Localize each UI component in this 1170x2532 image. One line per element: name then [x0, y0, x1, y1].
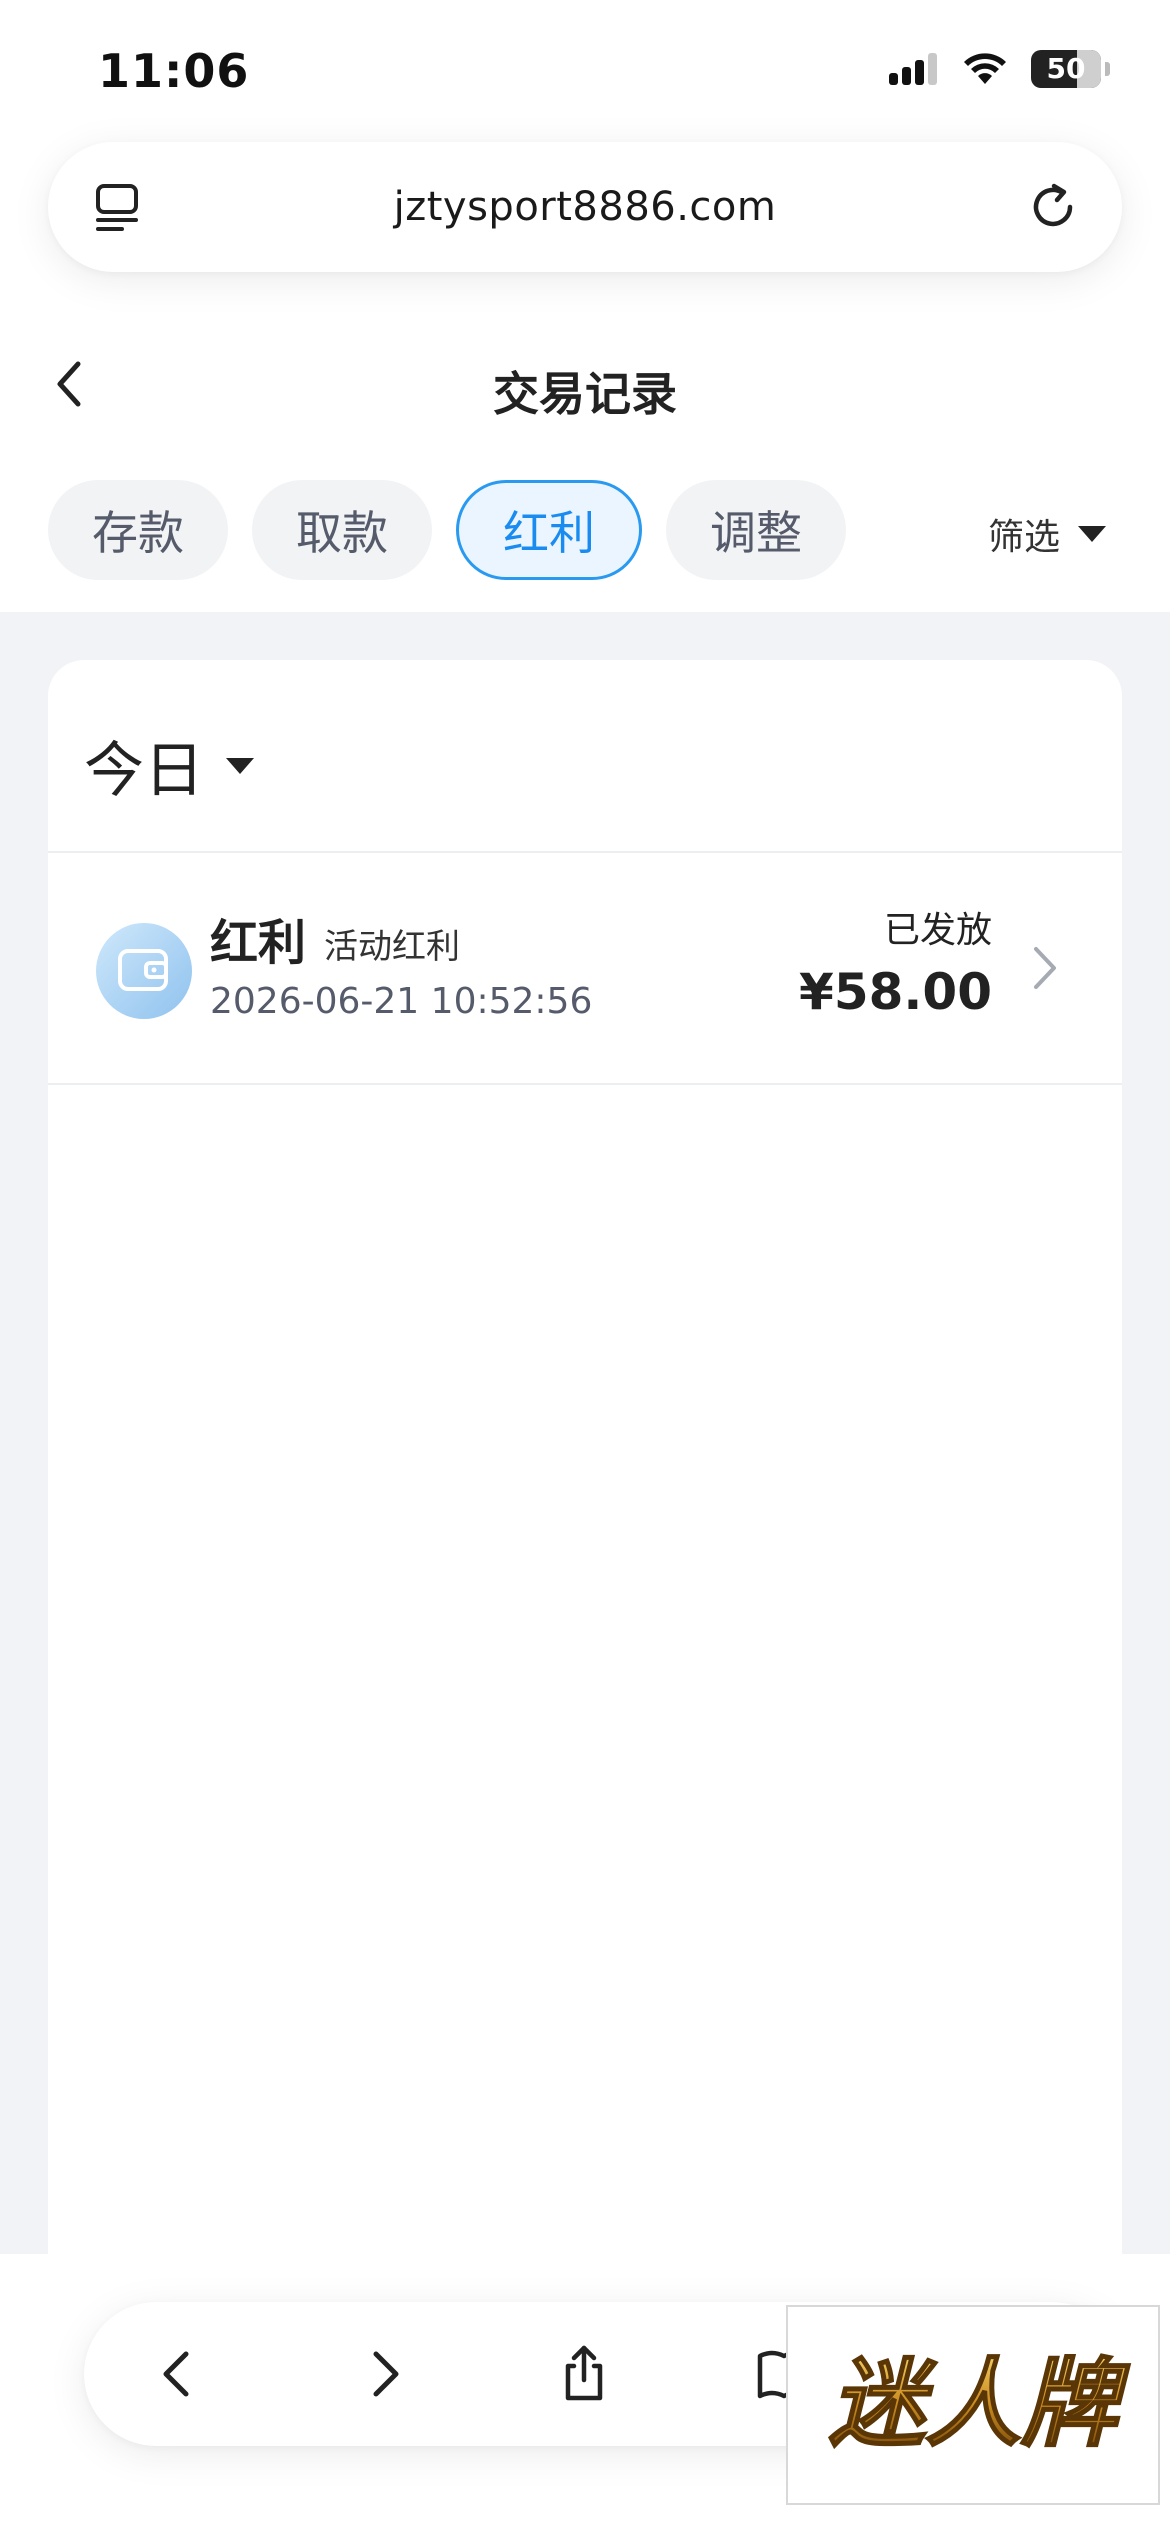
divider	[48, 1083, 1122, 1085]
page-header: 交易记录	[0, 320, 1170, 450]
battery-level: 50	[1046, 52, 1086, 85]
transaction-subtype: 活动红利	[324, 927, 460, 967]
status-bar: 11:06 50	[0, 0, 1170, 140]
url-text[interactable]: jztysport8886.com	[48, 184, 1122, 230]
filter-button[interactable]: 筛选	[988, 508, 1106, 560]
battery-icon: 50	[1031, 50, 1101, 88]
tab-adjustment[interactable]: 调整	[666, 480, 846, 580]
browser-back-icon[interactable]	[146, 2342, 210, 2406]
page-title: 交易记录	[493, 367, 677, 421]
tab-bonus[interactable]: 红利	[456, 480, 642, 580]
filter-label: 筛选	[987, 517, 1060, 558]
transaction-row[interactable]: 红利 活动红利 2026-06-21 10:52:56 已发放 ¥58.00	[48, 853, 1122, 1083]
transaction-type: 红利	[210, 915, 307, 971]
date-filter-dropdown[interactable]: 今日	[84, 722, 254, 809]
caret-down-icon	[226, 757, 254, 774]
wifi-icon	[964, 53, 1006, 84]
transaction-amount: ¥58.00	[799, 963, 992, 1021]
watermark-logo: 迷人牌	[786, 2305, 1160, 2505]
url-bar[interactable]: jztysport8886.com	[48, 142, 1122, 272]
status-icons: 50	[889, 50, 1110, 88]
caret-down-icon	[1078, 526, 1106, 542]
tab-deposit[interactable]: 存款	[48, 480, 228, 580]
wallet-icon	[96, 923, 192, 1019]
transaction-status: 已发放	[883, 910, 992, 951]
svg-text:迷人牌: 迷人牌	[829, 2348, 1130, 2460]
transaction-time: 2026-06-21 10:52:56	[210, 981, 593, 1022]
status-time: 11:06	[98, 44, 250, 98]
chevron-right-icon	[1034, 947, 1056, 989]
cellular-signal-icon	[889, 53, 937, 85]
share-icon[interactable]	[552, 2342, 616, 2406]
transactions-card: 今日 红利 活动红利 2026-06-21 10:52:56 已发放 ¥58.0…	[48, 660, 1122, 2300]
transaction-type-tabs: 存款 取款 红利 调整 筛选	[0, 478, 1170, 614]
tab-withdraw[interactable]: 取款	[252, 480, 432, 580]
browser-forward-icon[interactable]	[352, 2342, 416, 2406]
date-filter-label: 今日	[84, 736, 204, 806]
reload-icon[interactable]	[1026, 180, 1080, 234]
